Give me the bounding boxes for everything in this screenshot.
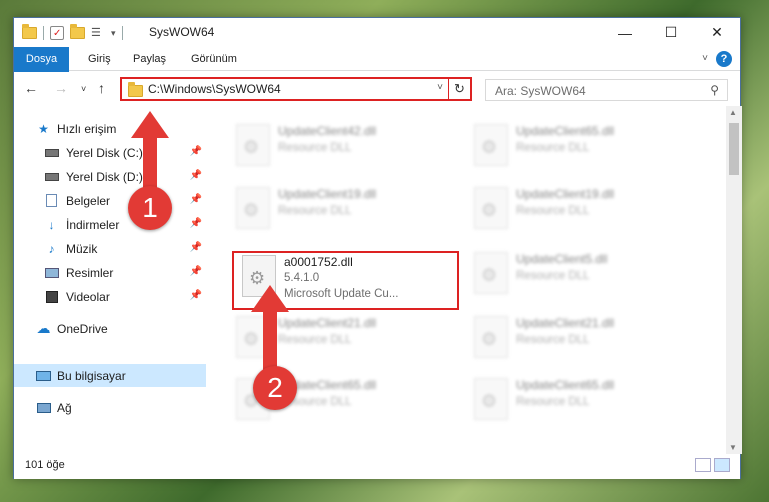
callout-one: 1: [128, 186, 172, 230]
arrow-up-to-file: [251, 285, 289, 370]
callout-two: 2: [253, 366, 297, 410]
arrow-up-to-address: [131, 111, 169, 188]
annotation-arrows: [131, 111, 289, 370]
